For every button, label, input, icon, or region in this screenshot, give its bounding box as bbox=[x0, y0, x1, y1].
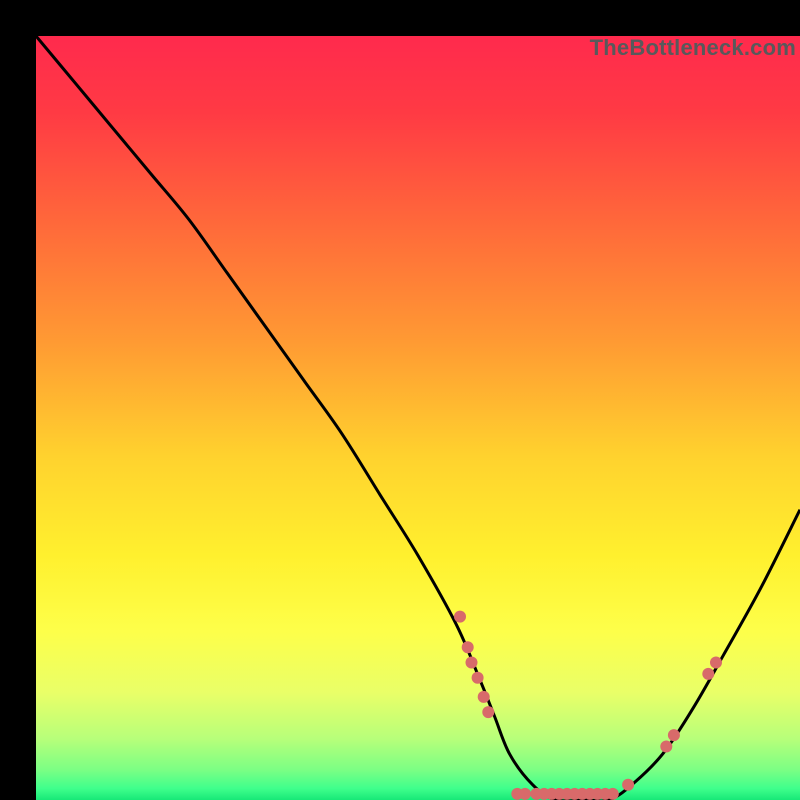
data-point bbox=[702, 668, 714, 680]
data-point bbox=[478, 691, 490, 703]
data-point bbox=[519, 788, 531, 800]
data-point bbox=[466, 657, 478, 669]
data-point bbox=[660, 741, 672, 753]
data-point bbox=[710, 657, 722, 669]
data-point bbox=[454, 611, 466, 623]
data-point bbox=[462, 641, 474, 653]
watermark-label: TheBottleneck.com bbox=[590, 36, 796, 61]
data-point bbox=[622, 779, 634, 791]
data-point bbox=[668, 729, 680, 741]
data-point bbox=[472, 672, 484, 684]
plot-area: TheBottleneck.com bbox=[36, 36, 800, 800]
data-point bbox=[607, 788, 619, 800]
gradient-background bbox=[36, 36, 800, 800]
chart-frame: TheBottleneck.com bbox=[0, 0, 800, 800]
data-point bbox=[482, 706, 494, 718]
bottleneck-chart bbox=[36, 36, 800, 800]
